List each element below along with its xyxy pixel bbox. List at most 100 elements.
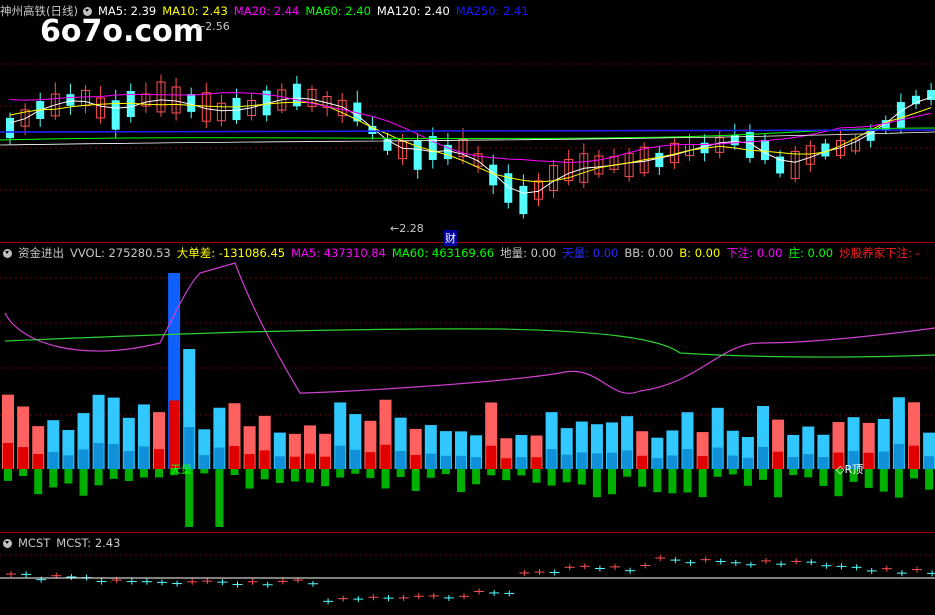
net-bar (306, 469, 314, 483)
candle-body (896, 102, 905, 128)
fund-ma5-line (4, 262, 935, 394)
net-bar (653, 469, 662, 493)
volume-bar-inner (667, 455, 678, 469)
net-bar (502, 469, 511, 481)
net-bar (19, 469, 28, 477)
net-bar (592, 469, 601, 498)
net-bar (623, 469, 632, 477)
volume-bar-inner (471, 457, 482, 469)
volume-bar-inner (456, 455, 466, 469)
price-panel[interactable]: 神州高铁(日线) MA5: 2.39 MA10: 2.43 MA20: 2.44 MA6… (0, 0, 935, 246)
net-bar (139, 469, 148, 478)
net-bar (532, 469, 541, 483)
candle-body (6, 117, 14, 139)
volume-bar-inner (803, 454, 814, 469)
volume-bar-inner (682, 449, 693, 469)
net-bar (381, 469, 390, 489)
volume-bar-inner (48, 451, 59, 469)
volume-bar-inner (818, 457, 829, 469)
net-bar (230, 469, 239, 476)
mcst-panel[interactable]: MCST MCST: 2.43 (0, 533, 935, 615)
candle-body (730, 134, 739, 146)
volume-bar-inner (18, 447, 29, 469)
net-bar (396, 469, 405, 478)
volume-bar-inner (335, 445, 346, 469)
net-bar (472, 469, 481, 485)
volume-bar-inner (169, 400, 180, 469)
volume-bar-inner (78, 449, 89, 469)
volume-bar-inner (199, 455, 210, 469)
volume-bar-inner (727, 455, 738, 469)
volume-bar-inner (486, 445, 497, 469)
net-bar (925, 469, 934, 490)
net-bar (819, 469, 828, 486)
ma20-line (9, 92, 932, 164)
net-bar (155, 469, 163, 478)
volume-bar-inner (576, 452, 587, 469)
net-bar (4, 469, 12, 481)
mcst-chart (0, 554, 935, 605)
low-price-label: ←2.28 (390, 222, 424, 235)
volume-bar-inner (289, 456, 300, 469)
net-bar (426, 469, 435, 478)
net-bar (275, 469, 284, 484)
volume-bar-inner (425, 453, 436, 469)
net-bar (638, 469, 647, 487)
candle-body (187, 94, 196, 112)
net-bar (366, 469, 375, 478)
volume-bar-inner (380, 444, 391, 469)
net-bar (411, 469, 420, 492)
volume-bar-inner (546, 449, 557, 469)
net-bar (200, 469, 209, 474)
net-bar (759, 469, 767, 480)
fund-ma60-line (4, 328, 935, 358)
net-bar (668, 469, 677, 494)
net-bar (487, 469, 496, 476)
ma10-line (9, 101, 932, 183)
volume-bar-inner (697, 456, 708, 469)
net-bar (49, 469, 58, 488)
volume-bar-inner (788, 457, 799, 469)
net-bar (608, 469, 616, 495)
volume-bar-inner (410, 454, 421, 469)
r-top-signal: ◇R顶 (836, 463, 864, 476)
net-bar (215, 469, 224, 527)
net-bar (109, 469, 118, 479)
volume-bar-inner (622, 450, 633, 469)
net-bar (64, 469, 73, 484)
volume-bar-inner (878, 451, 889, 469)
volume-bar-inner (652, 458, 663, 469)
net-bar (577, 469, 586, 485)
net-bar (743, 469, 752, 486)
volume-bar-inner (259, 450, 270, 469)
high-price-label: ←2.56 (196, 20, 230, 33)
volume-bar-inner (395, 451, 406, 469)
candle-body (821, 143, 830, 157)
volume-bar-inner (607, 452, 617, 469)
net-bar (336, 469, 345, 478)
volume-bar-inner (33, 454, 44, 469)
net-bar (728, 469, 737, 475)
candle-body (232, 97, 241, 121)
net-bar (34, 469, 43, 495)
net-bar (245, 469, 254, 489)
tianliang-signal: 天量 (170, 463, 192, 476)
net-bar (804, 469, 813, 478)
candle-body (519, 185, 528, 215)
net-bar (713, 469, 722, 477)
volume-bar-inner (758, 446, 768, 469)
net-bar (260, 469, 269, 480)
volume-bar-inner (274, 456, 285, 469)
volume-bar-inner (501, 458, 512, 469)
candle-body (66, 94, 75, 106)
net-bar (683, 469, 692, 493)
volume-bar-inner (591, 453, 602, 469)
volume-bar-inner (440, 455, 451, 469)
volume-bar-inner (320, 456, 331, 469)
net-bar (321, 469, 330, 487)
candle-body (761, 139, 769, 161)
volume-bar-inner (742, 457, 753, 469)
fund-panel[interactable]: 资金进出 VVOL: 275280.53 大单差: -131086.45 MA5: 4… (0, 243, 935, 533)
volume-bar-inner (108, 444, 119, 469)
net-bar (894, 469, 903, 498)
